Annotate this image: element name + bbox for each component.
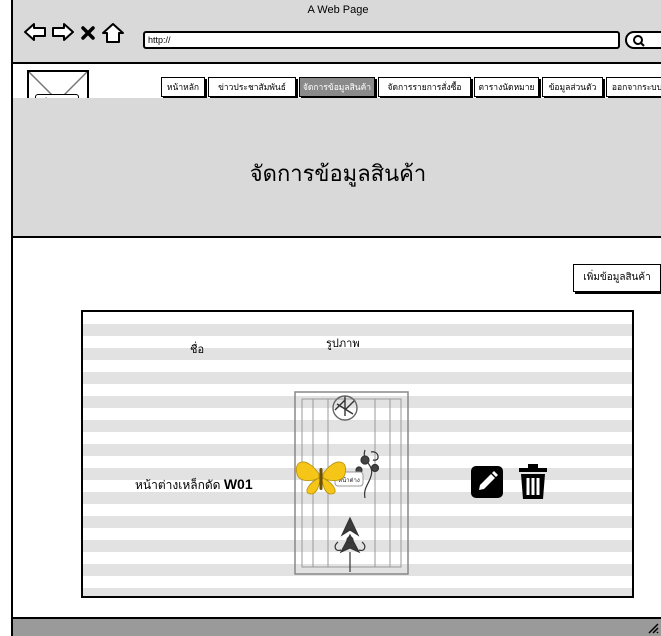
browser-titlebar: A Web Page http://	[13, 0, 661, 64]
nav-item-appointments[interactable]: ตารางนัดหมาย	[474, 77, 539, 97]
browser-window: A Web Page http:// Logo หน้าหลัก ข่าวประ…	[11, 0, 661, 636]
nav-item-profile[interactable]: ข้อมูลส่วนตัว	[542, 77, 603, 97]
delete-icon[interactable]	[517, 464, 549, 500]
close-icon[interactable]	[81, 26, 95, 40]
column-header-image: รูปภาพ	[326, 337, 360, 350]
window-status-bar	[13, 617, 661, 636]
browser-search-box[interactable]	[625, 31, 661, 49]
nav-item-home[interactable]: หน้าหลัก	[161, 77, 205, 97]
product-image: หน้าต่าง	[294, 391, 409, 575]
search-icon	[633, 35, 645, 47]
nav-item-orders[interactable]: จัดการรายการสั่งซื้อ	[378, 77, 471, 97]
nav-item-products[interactable]: จัดการข้อมูลสินค้า	[299, 77, 375, 97]
nav-item-logout[interactable]: ออกจากระบบ	[606, 77, 661, 97]
url-input[interactable]: http://	[143, 31, 620, 49]
resize-handle-icon[interactable]	[647, 622, 659, 634]
forward-arrow-icon[interactable]	[51, 22, 75, 42]
window-title: A Web Page	[307, 4, 369, 16]
add-product-button[interactable]: เพิ่มข้อมูลสินค้า	[573, 264, 661, 292]
back-arrow-icon[interactable]	[23, 22, 47, 42]
product-code: W01	[223, 476, 253, 492]
column-header-name: ชื่อ	[190, 343, 205, 356]
edit-icon[interactable]	[471, 466, 503, 498]
product-name: หน้าต่างเหล็กดัด W01	[135, 476, 253, 495]
page-title: จัดการข้อมูลสินค้า	[249, 162, 427, 187]
home-icon[interactable]	[101, 22, 125, 44]
page-header: จัดการข้อมูลสินค้า	[13, 98, 661, 238]
product-table: ชื่อ รูปภาพ หน้าต่างเหล็กดัด W01 หน้าต่า…	[81, 310, 634, 598]
product-name-text: หน้าต่างเหล็กดัด	[135, 478, 221, 492]
nav-item-news[interactable]: ข่าวประชาสัมพันธ์	[208, 77, 296, 97]
